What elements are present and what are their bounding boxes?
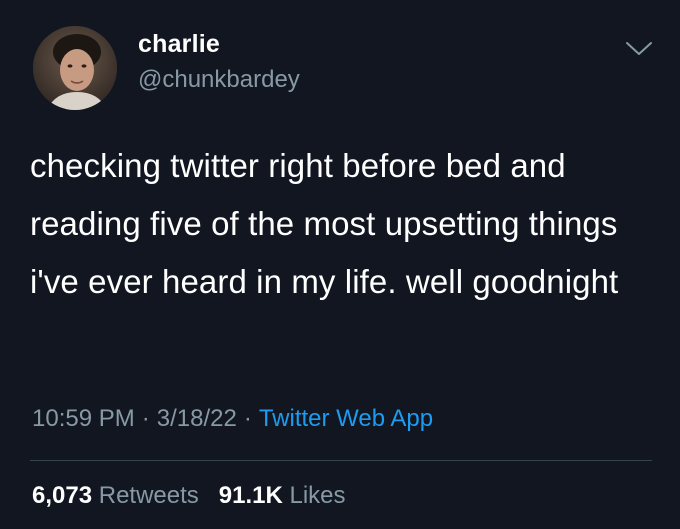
meta-separator: · [243,405,252,432]
likes-label: Likes [289,482,346,509]
divider [30,460,652,461]
likes-count: 91.1K [218,482,283,509]
avatar[interactable] [33,26,117,110]
avatar-photo-icon [33,26,117,110]
tweet-source-link[interactable]: Twitter Web App [259,405,433,432]
tweet-metadata: 10:59 PM · 3/18/22 · Twitter Web App [32,405,433,433]
retweets-label: Retweets [98,482,199,509]
meta-separator: · [141,405,150,432]
more-options-button[interactable] [623,35,655,63]
tweet-text: checking twitter right before bed and re… [30,147,619,300]
retweets-count: 6,073 [32,482,93,509]
tweet-date[interactable]: 3/18/22 [157,405,237,432]
tweet-time[interactable]: 10:59 PM [32,405,135,432]
author-display-name[interactable]: charlie [138,30,220,59]
author-handle[interactable]: @chunkbardey [138,66,300,94]
chevron-down-icon [626,42,652,55]
engagement-stats: 6,073 Retweets 91.1K Likes [32,482,346,510]
retweets-stat[interactable]: 6,073 Retweets [32,482,199,509]
tweet-card: charlie @chunkbardey checking twitter ri… [0,0,680,529]
likes-stat[interactable]: 91.1K Likes [219,482,346,509]
